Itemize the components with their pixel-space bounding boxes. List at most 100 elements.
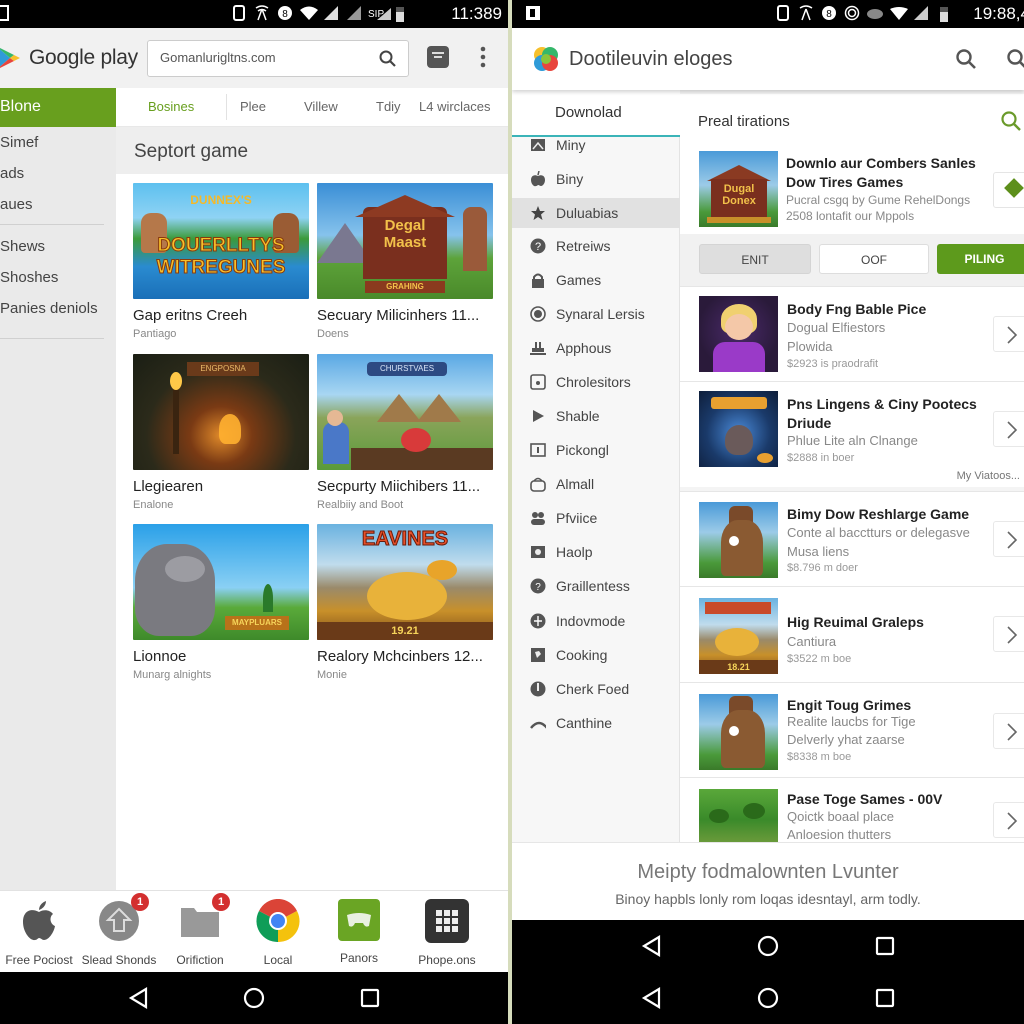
- back-icon[interactable]: [639, 986, 663, 1010]
- more-vert-icon[interactable]: [475, 44, 491, 70]
- game-card[interactable]: ENGPOSNA Llegiearen Enalone: [133, 354, 309, 511]
- chevron-right-icon[interactable]: [993, 616, 1024, 652]
- data-saver-icon: 8: [276, 5, 293, 22]
- chevron-right-icon[interactable]: [993, 713, 1024, 749]
- sidebar-item[interactable]: Apphous: [512, 333, 680, 363]
- tab-plee[interactable]: Plee: [240, 99, 266, 114]
- home-icon[interactable]: [756, 986, 780, 1010]
- sidebar-item[interactable]: Duluabias: [512, 198, 680, 228]
- recents-icon[interactable]: [873, 934, 897, 958]
- notification-badge: 1: [131, 893, 149, 911]
- game-subtitle: Pantiago: [133, 328, 177, 340]
- sidebar-item[interactable]: Haolp: [512, 537, 680, 567]
- sidebar-item[interactable]: Chrolesitors: [512, 367, 680, 397]
- globe-icon: [530, 613, 546, 629]
- list-item[interactable]: Body Fng Bable Pice Dogual Elfiestors Pl…: [680, 286, 1024, 381]
- sidebar-item[interactable]: Synaral Lersis: [512, 299, 680, 329]
- game-card[interactable]: DUNNEX'S DOUERLLTYS WITREGUNES Gap eritn…: [133, 183, 309, 340]
- game-subtitle: Realbiiy and Boot: [317, 499, 404, 511]
- chevron-right-icon[interactable]: [993, 411, 1024, 447]
- home-icon[interactable]: [242, 986, 266, 1010]
- dock-item-slead-shonds[interactable]: 1 Slead Shonds: [77, 893, 161, 967]
- featured-action-button[interactable]: [993, 172, 1024, 208]
- tab-villew[interactable]: Villew: [304, 99, 338, 114]
- sidebar-item[interactable]: ? Graillentess: [512, 571, 680, 601]
- square-face-icon: [530, 374, 546, 390]
- sidebar-item[interactable]: ? Retreiws: [512, 231, 680, 261]
- search-box[interactable]: [147, 40, 409, 77]
- item-line: Realite laucbs for Tige: [787, 714, 916, 729]
- sidebar-item[interactable]: Games: [512, 265, 680, 295]
- item-line: Plowida: [787, 339, 833, 354]
- back-icon[interactable]: [639, 934, 663, 958]
- list-item[interactable]: Bimy Dow Reshlarge Game Conte al baccttu…: [680, 491, 1024, 586]
- dock-item-orifiction[interactable]: 1 Orifiction: [158, 893, 242, 967]
- sidebar-item[interactable]: Cooking: [512, 640, 680, 670]
- search-input[interactable]: [160, 50, 370, 65]
- recents-icon[interactable]: [358, 986, 382, 1010]
- apple-icon: [17, 899, 61, 943]
- sidebar-item[interactable]: Indovmode: [512, 606, 680, 636]
- game-title: Llegiearen: [133, 478, 204, 495]
- search-icon[interactable]: [955, 48, 977, 70]
- tab-bosines[interactable]: Bosines: [148, 99, 194, 114]
- game-card[interactable]: CHURSTVAES Secpurty Miichibers 11... Rea…: [317, 354, 493, 511]
- section-title: Preal tirations: [698, 113, 790, 130]
- exit-button[interactable]: ENIT: [699, 244, 811, 274]
- chevron-right-icon[interactable]: [993, 802, 1024, 838]
- dock-item-phope-ons[interactable]: Phope.ons: [405, 899, 489, 967]
- category-sidebar: Blone Simef ads aues Shews Shoshes Panie…: [0, 88, 116, 890]
- list-item[interactable]: Engit Toug Grimes Realite laucbs for Tig…: [680, 682, 1024, 777]
- sidebar-item[interactable]: Pfviice: [512, 503, 680, 533]
- sidebar-item[interactable]: Almall: [512, 469, 680, 499]
- search-icon[interactable]: [378, 49, 398, 69]
- game-card[interactable]: Degal Maast GRAHING Secuary Milicinhers …: [317, 183, 493, 340]
- more-link[interactable]: My Viatoos...: [957, 470, 1020, 482]
- sidebar-item-active[interactable]: Blone: [0, 88, 116, 127]
- list-item[interactable]: 18.21 Hig Reuimal Graleps Cantiura $3522…: [680, 586, 1024, 682]
- system-nav-bar: [512, 920, 1024, 972]
- item-thumbnail: 18.21: [699, 598, 778, 674]
- sidebar-item[interactable]: Shable: [512, 401, 680, 431]
- sidebar-item[interactable]: Shoshes: [0, 269, 58, 286]
- sidebar-item[interactable]: Simef: [0, 134, 38, 151]
- list-item[interactable]: Pns Lingens & Ciny Pootecs Driude Phlue …: [680, 381, 1024, 487]
- sidebar-item[interactable]: Pickongl: [512, 435, 680, 465]
- featured-item[interactable]: Dugal Donex Downlo aur Combers Sanles Do…: [680, 141, 1024, 234]
- sidebar-item[interactable]: Panies deniols: [0, 300, 98, 317]
- cart-icon[interactable]: [427, 46, 449, 68]
- dock-item-free-pociost[interactable]: Free Pociost: [0, 899, 81, 967]
- chevron-right-icon[interactable]: [993, 521, 1024, 557]
- search-icon[interactable]: [1000, 110, 1022, 132]
- sidebar-item[interactable]: ads: [0, 165, 24, 182]
- search-icon[interactable]: [1006, 48, 1024, 70]
- dock-item-local[interactable]: Local: [236, 899, 320, 967]
- sidebar-item[interactable]: Biny: [512, 164, 680, 194]
- tab-wirclaces[interactable]: L4 wirclaces: [419, 99, 491, 114]
- sidebar-item-label: Canthine: [556, 715, 613, 731]
- sidebar-item[interactable]: Miny: [512, 130, 680, 160]
- sidebar-item[interactable]: aues: [0, 196, 33, 213]
- folder-icon: 1: [178, 893, 230, 943]
- game-card[interactable]: MAYPLUARS Lionnoe Munarg alnights: [133, 524, 309, 681]
- tab-tdiy[interactable]: Tdiy: [376, 99, 401, 114]
- status-bar: 8 SIP 11:389: [0, 0, 508, 28]
- camera-icon: [530, 544, 546, 560]
- item-line: Qoictk boaal place: [787, 809, 894, 824]
- section-header: Preal tirations: [680, 94, 1024, 141]
- list-item[interactable]: Pase Toge Sames - 00V Qoictk boaal place…: [680, 777, 1024, 842]
- recents-icon[interactable]: [873, 986, 897, 1010]
- back-icon[interactable]: [126, 986, 150, 1010]
- chevron-right-icon[interactable]: [993, 316, 1024, 352]
- off-button[interactable]: OOF: [819, 244, 929, 274]
- sidebar-item[interactable]: Canthine: [512, 708, 680, 738]
- home-icon[interactable]: [756, 934, 780, 958]
- game-thumbnail: ENGPOSNA: [133, 354, 309, 470]
- dock-item-panors[interactable]: Panors: [317, 899, 401, 965]
- primary-button[interactable]: PILING: [937, 244, 1024, 274]
- sidebar-item[interactable]: Cherk Foed: [512, 674, 680, 704]
- item-price: $2923 is praodrafit: [787, 358, 879, 370]
- game-card[interactable]: EAVINES 19.21 Realory Mchcinbers 12... M…: [317, 524, 493, 681]
- system-nav-bar-secondary: [512, 972, 1024, 1024]
- sidebar-item[interactable]: Shews: [0, 238, 45, 255]
